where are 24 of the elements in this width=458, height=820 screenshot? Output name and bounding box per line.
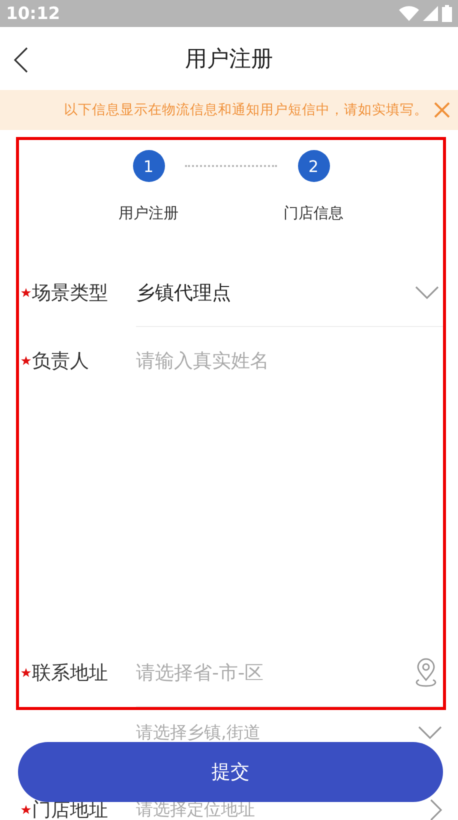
input-field[interactable]: 请输入真实姓名 (136, 350, 443, 372)
close-icon[interactable] (434, 102, 450, 118)
step-number: 1 (132, 150, 164, 182)
chevron-down-icon (418, 726, 442, 740)
input-field[interactable]: 乡镇代理点 (136, 282, 415, 304)
step-label: 门店信息 (284, 204, 344, 223)
field-label: 联系地址 (32, 661, 109, 686)
wifi-icon (399, 6, 419, 21)
step-label: 用户注册 (118, 204, 178, 223)
chevron-right-icon (430, 799, 442, 820)
page-title: 用户注册 (185, 46, 273, 74)
step-number: 2 (298, 150, 330, 182)
input-field[interactable]: 请选择定位地址 (136, 800, 430, 820)
input-field[interactable]: 请选择乡镇,街道 (136, 723, 418, 743)
status-time: 10:12 (6, 4, 60, 24)
field-label: 负责人 (32, 349, 90, 374)
location-pin-icon[interactable] (413, 658, 439, 688)
chevron-down-icon (415, 286, 439, 300)
field-label: 场景类型 (32, 281, 109, 306)
signal-icon (423, 6, 438, 21)
input-field[interactable]: 请选择省-市-区 (136, 662, 413, 684)
back-icon[interactable] (14, 47, 28, 73)
notice-text: 以下信息显示在物流信息和通知用户短信中，请如实填写。 (64, 101, 428, 119)
battery-icon (442, 5, 452, 22)
